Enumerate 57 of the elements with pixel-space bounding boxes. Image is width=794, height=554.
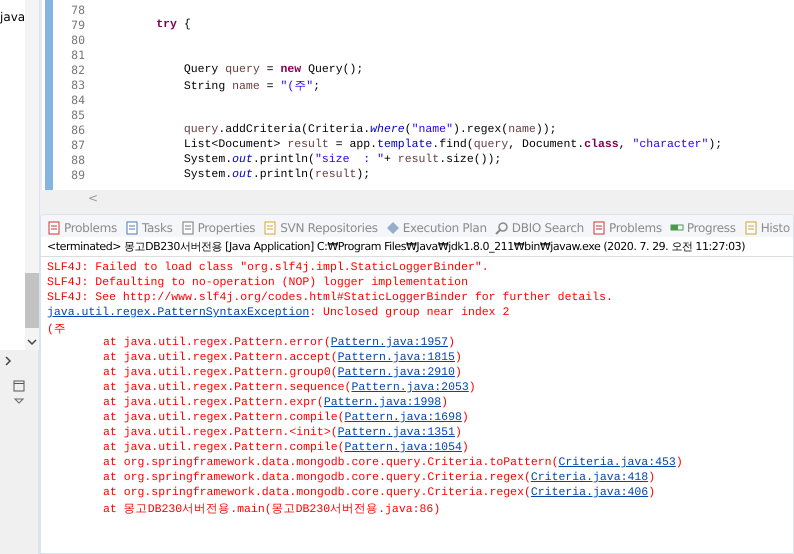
source-link[interactable]: Pattern.java:1698: [344, 411, 462, 424]
source-link[interactable]: Pattern.java:1998: [324, 396, 442, 409]
code-line: Query query = new Query();: [182, 63, 364, 78]
diamond-icon: [386, 221, 400, 235]
line-number: 80: [71, 33, 85, 48]
source-link[interactable]: Pattern.java:1957: [330, 336, 448, 349]
stack-trace-line: at java.util.regex.Pattern.group0(Pattern.java:2910): [102, 366, 463, 381]
line-number: 85: [71, 108, 85, 123]
stack-trace-line: at org.springframework.data.mongodb.core.query.Criteria.regex(Criteria.java:418): [102, 471, 656, 486]
scrollbar-thumb[interactable]: [25, 273, 40, 328]
line-number: 86: [71, 123, 85, 138]
line-number: 83: [71, 78, 85, 93]
source-link[interactable]: Criteria.java:453: [558, 456, 676, 469]
dropdown-triangle-icon[interactable]: [14, 398, 24, 404]
code-line: try {: [155, 18, 192, 33]
console-status: <terminated> 몽고DB230서버전용 [Java Application] C:₩Program Files₩Java₩jdk1.8.0_211₩bin₩javaw.exe (2020. 7. 29. 오전 11:27:03): [41, 237, 793, 257]
source-link[interactable]: Pattern.java:2053: [351, 381, 469, 394]
stack-trace-line: at java.util.regex.Pattern.compile(Pattern.java:1054): [102, 441, 470, 456]
stack-trace-line: at java.util.regex.Pattern.expr(Pattern.java:1998): [102, 396, 450, 411]
stack-trace-line: at java.util.regex.Pattern.compile(Pattern.java:1698): [102, 411, 470, 426]
line-number: 81: [71, 48, 85, 63]
chevron-right-icon[interactable]: [4, 356, 12, 366]
console-line: (주: [47, 322, 67, 336]
stack-trace-line: at java.util.regex.Pattern.sequence(Pattern.java:2053): [102, 381, 477, 396]
console-line: SLF4J: Failed to load class "org.slf4j.impl.StaticLoggerBinder".: [47, 261, 490, 276]
source-link[interactable]: Pattern.java:1351: [338, 426, 455, 439]
source-link[interactable]: Pattern.java:2910: [338, 366, 455, 379]
search-icon: [494, 221, 509, 235]
code-line: query.addCriteria(Criteria.where("name").regex(name));: [182, 123, 558, 138]
line-number: 84: [71, 93, 85, 108]
line-number: 88: [71, 153, 85, 168]
console-line: java.util.regex.PatternSyntaxException: Unclosed group near index 2: [47, 306, 510, 321]
line-number: 78: [71, 3, 85, 18]
source-link[interactable]: Criteria.java:406: [530, 486, 648, 499]
line-number: 87: [71, 138, 85, 153]
line-number: 79: [71, 18, 85, 33]
restore-icon[interactable]: [13, 380, 25, 392]
code-line: System.out.println(result);: [182, 168, 372, 183]
stack-trace-line: at java.util.regex.Pattern.accept(Pattern.java:1815): [102, 351, 463, 366]
code-line: String name = "(주";: [182, 79, 322, 93]
chevron-down-icon[interactable]: [27, 338, 38, 346]
source-link[interactable]: Criteria.java:418: [530, 471, 648, 484]
source-link[interactable]: Pattern.java:1815: [338, 351, 455, 364]
code-line: System.out.println("size : "+ result.size());: [182, 153, 502, 168]
stack-trace-line: at 몽고DB230서버전용.main(몽고DB230서버전용.java:86): [102, 502, 442, 516]
stack-trace-line: at org.springframework.data.mongodb.core.query.Criteria.regex(Criteria.java:406): [102, 486, 656, 501]
exception-link[interactable]: java.util.regex.PatternSyntaxException: [47, 306, 310, 319]
stack-trace-line: at org.springframework.data.mongodb.core.query.Criteria.toPattern(Criteria.java:453): [102, 456, 684, 471]
stack-trace-line: at java.util.regex.Pattern.<init>(Pattern.java:1351): [102, 426, 463, 441]
code-line: List<Document> result = app.template.find(query, Document.class, "character");: [182, 138, 724, 153]
source-link[interactable]: Pattern.java:1054: [344, 441, 462, 454]
console-line: SLF4J: Defaulting to no-operation (NOP) logger implementation: [47, 276, 469, 291]
console-line: SLF4J: See http://www.slf4j.org/codes.html#StaticLoggerBinder for further details.: [47, 291, 614, 306]
line-number: 89: [71, 168, 85, 183]
tree-item[interactable]: java: [0, 10, 26, 24]
line-number: 82: [71, 63, 85, 78]
stack-trace-line: at java.util.regex.Pattern.error(Pattern.java:1957): [102, 336, 456, 351]
